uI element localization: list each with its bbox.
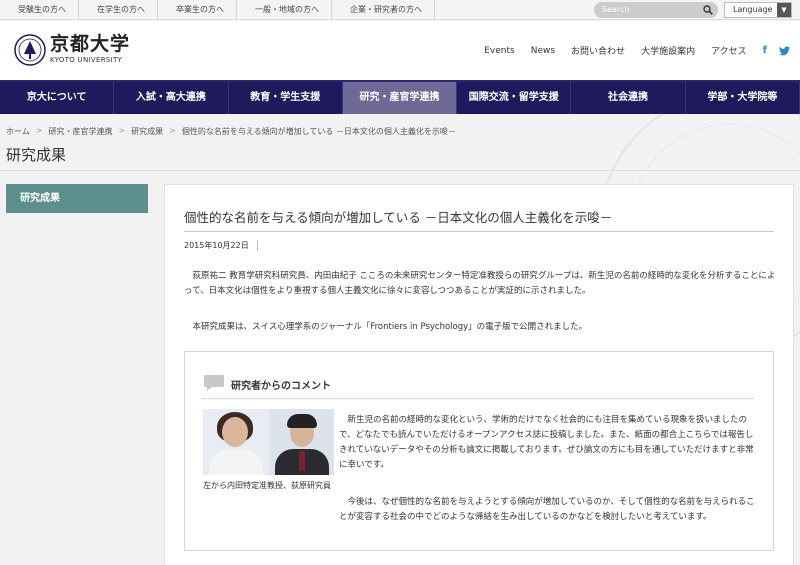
article-card: 個性的な名前を与える傾向が増加している －日本文化の個人主義化を示唆－ 2015… — [164, 184, 794, 565]
breadcrumb: ホーム > 研究・産官学連携 > 研究成果 > 個性的な名前を与える傾向が増加し… — [6, 126, 456, 137]
link-current-students[interactable]: 在学生の方へ — [79, 0, 158, 20]
photo-caption: 左から内田特定准教授、荻原研究員 — [203, 481, 331, 490]
divider — [0, 170, 800, 171]
twitter-icon[interactable] — [779, 45, 790, 56]
header-link-news[interactable]: News — [531, 46, 555, 56]
content-area: ホーム > 研究・産官学連携 > 研究成果 > 個性的な名前を与える傾向が増加し… — [0, 114, 800, 565]
breadcrumb-results[interactable]: 研究成果 — [131, 126, 163, 137]
photo-researcher-right — [269, 409, 334, 475]
breadcrumb-current: 個性的な名前を与える傾向が増加している －日本文化の個人主義化を示唆－ — [181, 127, 456, 136]
article-paragraph: 荻原祐二 教育学研究科研究員、内田由紀子 こころの未来研究センター特定准教授らの… — [184, 271, 776, 296]
photo-researcher-left — [203, 409, 269, 475]
university-emblem-icon[interactable] — [14, 34, 46, 66]
breadcrumb-separator: > — [35, 126, 43, 135]
divider — [184, 231, 774, 232]
breadcrumb-research[interactable]: 研究・産官学連携 — [48, 126, 112, 137]
article-title: 個性的な名前を与える傾向が増加している －日本文化の個人主義化を示唆－ — [184, 210, 613, 225]
article-date: 2015年10月22日 — [184, 240, 258, 251]
breadcrumb-home[interactable]: ホーム — [6, 126, 30, 137]
logo-japanese[interactable]: 京都大学 — [50, 34, 130, 55]
header-link-contact[interactable]: お問い合わせ — [571, 44, 625, 57]
nav-admissions[interactable]: 入試・高大連携 — [114, 82, 229, 114]
audience-links: 受験生の方へ 在学生の方へ 卒業生の方へ 一般・地域の方へ 企業・研究者の方へ — [0, 0, 435, 20]
link-public[interactable]: 一般・地域の方へ — [237, 0, 332, 20]
site-header: 京都大学 KYOTO UNIVERSITY Events News お問い合わせ… — [0, 21, 800, 80]
logo-english: KYOTO UNIVERSITY — [50, 56, 123, 64]
main-nav: 京大について 入試・高大連携 教育・学生支援 研究・産官学連携 国際交流・留学支… — [0, 80, 800, 114]
nav-education[interactable]: 教育・学生支援 — [229, 82, 343, 114]
nav-social[interactable]: 社会連携 — [571, 82, 686, 114]
header-link-facilities[interactable]: 大学施設案内 — [641, 44, 695, 57]
comment-paragraph: 今後は、なぜ個性的な名前を与えようとする傾向が増加しているのか、そして個性的な名… — [339, 497, 755, 522]
breadcrumb-separator: > — [118, 126, 126, 135]
breadcrumb-separator: > — [169, 126, 176, 135]
search-icon[interactable] — [703, 5, 713, 15]
researcher-comment-box: 研究者からのコメント 左から内田特定准教授、荻原研究員 新生児の名前の経時的な変… — [184, 351, 774, 551]
comment-heading: 研究者からのコメント — [231, 381, 331, 392]
nav-research[interactable]: 研究・産官学連携 — [342, 82, 458, 114]
link-prospective-students[interactable]: 受験生の方へ — [0, 0, 79, 20]
language-select[interactable]: Language ▼ — [724, 2, 792, 18]
utility-bar: 受験生の方へ 在学生の方へ 卒業生の方へ 一般・地域の方へ 企業・研究者の方へ … — [0, 0, 800, 20]
page-title: 研究成果 — [6, 146, 67, 164]
header-nav: Events News お問い合わせ 大学施設案内 アクセス f — [484, 21, 800, 80]
speech-bubble-icon — [204, 375, 224, 391]
researchers-photo — [203, 409, 334, 475]
nav-international[interactable]: 国際交流・留学支援 — [457, 82, 572, 114]
header-link-access[interactable]: アクセス — [711, 44, 747, 57]
nav-about[interactable]: 京大について — [0, 82, 115, 114]
comment-paragraph: 新生児の名前の経時的な変化という、学術的だけでなく社会的にも注目を集めている現象… — [339, 415, 754, 470]
divider — [203, 398, 753, 399]
link-companies-researchers[interactable]: 企業・研究者の方へ — [332, 0, 435, 20]
search-input[interactable]: Search — [594, 2, 718, 18]
facebook-icon[interactable]: f — [763, 45, 767, 56]
sidebar-item-research-results[interactable]: 研究成果 — [6, 184, 148, 213]
article-paragraph: 本研究成果は、スイス心理学系のジャーナル「Frontiers in Psycho… — [184, 322, 588, 332]
language-label: Language — [733, 5, 773, 14]
chevron-down-icon: ▼ — [777, 3, 791, 17]
search-placeholder: Search — [602, 5, 630, 14]
header-link-events[interactable]: Events — [484, 46, 514, 56]
link-alumni[interactable]: 卒業生の方へ — [158, 0, 237, 20]
nav-faculties[interactable]: 学部・大学院等 — [686, 82, 800, 114]
